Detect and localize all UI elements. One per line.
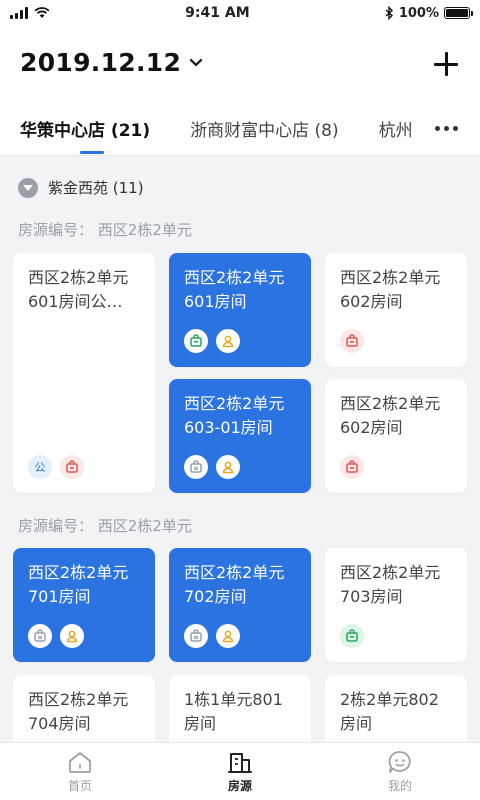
lock-icon — [340, 329, 364, 353]
room-building: 2栋2单元802 — [340, 690, 439, 709]
room-badges — [28, 624, 84, 648]
room-building: 西区2栋2单元 — [340, 394, 441, 413]
room-card[interactable]: 西区2栋2单元 601房间 — [169, 253, 311, 367]
room-number: 702房间 — [184, 587, 247, 606]
room-number: 601房间公… — [28, 292, 123, 311]
group-header[interactable]: 紫金西苑 (11) — [18, 177, 144, 198]
room-card[interactable]: 西区2栋2单元 601房间公… 公 — [13, 253, 155, 493]
bottom-tab-bar: 首页 房源 我的 — [0, 742, 480, 800]
collapse-caret-icon — [18, 177, 38, 198]
lock-icon — [184, 455, 208, 479]
date-text: 2019.12.12 — [20, 48, 182, 77]
room-building: 西区2栋2单元 — [184, 268, 285, 287]
chevron-down-icon — [190, 58, 203, 66]
room-badges — [184, 624, 240, 648]
tabbar-label: 房源 — [227, 778, 252, 793]
room-building: 西区2栋2单元 — [340, 563, 441, 582]
lock-icon — [340, 624, 364, 648]
room-card[interactable]: 西区2栋2单元 603-01房间 — [169, 379, 311, 493]
user-icon — [60, 624, 84, 648]
room-card[interactable]: 西区2栋2单元 701房间 — [13, 548, 155, 662]
bluetooth-icon — [385, 6, 393, 20]
room-building: 西区2栋2单元 — [184, 394, 285, 413]
room-number: 房间 — [340, 714, 373, 733]
header: 2019.12.12 华策中心店 (21) 浙商财富中心店 (8) 杭州 — [0, 26, 480, 156]
building-icon — [228, 752, 252, 773]
room-number: 701房间 — [28, 587, 91, 606]
room-building: 西区2栋2单元 — [28, 690, 129, 709]
user-icon — [216, 455, 240, 479]
room-number: 703房间 — [340, 587, 403, 606]
tab-label: 华策中心店 (21) — [20, 121, 151, 141]
room-number: 704房间 — [28, 714, 91, 733]
section-label: 房源编号： 西区2栋2单元 — [18, 221, 192, 239]
status-time: 9:41 AM — [185, 5, 250, 21]
room-badges — [184, 455, 240, 479]
room-badges: 公 — [28, 455, 84, 479]
lock-icon — [184, 329, 208, 353]
tabbar-label: 我的 — [387, 778, 412, 793]
room-badges — [340, 624, 364, 648]
public-badge: 公 — [28, 455, 52, 479]
tabbar-label: 首页 — [67, 778, 92, 793]
store-tabs: 华策中心店 (21) 浙商财富中心店 (8) 杭州 — [20, 116, 480, 156]
room-card[interactable]: 西区2栋2单元 703房间 — [325, 548, 467, 662]
lock-icon — [28, 624, 52, 648]
section-label: 房源编号： 西区2栋2单元 — [18, 517, 192, 535]
status-bar: 9:41 AM 100% — [0, 0, 480, 26]
room-building: 西区2栋2单元 — [184, 563, 285, 582]
room-list: 紫金西苑 (11) 房源编号： 西区2栋2单元 西区2栋2单元 601房间公… … — [0, 157, 480, 742]
group-title: 紫金西苑 (11) — [48, 179, 144, 197]
date-selector[interactable]: 2019.12.12 — [20, 48, 203, 77]
room-building: 西区2栋2单元 — [340, 268, 441, 287]
room-building: 西区2栋2单元 — [28, 268, 129, 287]
room-card[interactable]: 2栋2单元802 房间 — [325, 675, 467, 742]
room-card[interactable]: 西区2栋2单元 602房间 — [325, 253, 467, 367]
room-card[interactable]: 西区2栋2单元 602房间 — [325, 379, 467, 493]
room-building: 西区2栋2单元 — [28, 563, 129, 582]
tabbar-item-profile[interactable]: 我的 — [320, 743, 480, 800]
battery-icon — [443, 7, 473, 19]
tab-huace-store[interactable]: 华策中心店 (21) — [20, 116, 151, 154]
room-badges — [184, 329, 240, 353]
status-right: 100% — [385, 5, 473, 21]
tab-zheshang-store[interactable]: 浙商财富中心店 (8) — [190, 116, 338, 141]
room-number: 房间 — [184, 714, 217, 733]
wifi-icon — [34, 7, 50, 18]
home-icon — [69, 751, 91, 773]
more-icon[interactable] — [435, 126, 458, 131]
room-card[interactable]: 1栋1单元801 房间 — [169, 675, 311, 742]
room-number: 602房间 — [340, 418, 403, 437]
tabbar-item-home[interactable]: 首页 — [0, 743, 160, 800]
tabbar-item-listings[interactable]: 房源 — [160, 743, 320, 800]
room-number: 603-01房间 — [184, 418, 273, 437]
room-card[interactable]: 西区2栋2单元 704房间 — [13, 675, 155, 742]
user-icon — [216, 329, 240, 353]
tab-hangzhou-store[interactable]: 杭州 — [379, 116, 419, 141]
room-card[interactable]: 西区2栋2单元 702房间 — [169, 548, 311, 662]
signal-icon — [10, 7, 28, 19]
chat-face-icon — [388, 750, 411, 773]
room-building: 1栋1单元801 — [184, 690, 283, 709]
user-icon — [216, 624, 240, 648]
lock-icon — [340, 455, 364, 479]
room-number: 602房间 — [340, 292, 403, 311]
lock-icon — [184, 624, 208, 648]
room-badges — [340, 455, 364, 479]
tab-label: 浙商财富中心店 (8) — [190, 121, 339, 141]
lock-icon — [60, 455, 84, 479]
status-left — [10, 7, 50, 19]
active-tab-indicator — [80, 151, 104, 154]
room-badges — [340, 329, 364, 353]
tab-label: 杭州 — [378, 121, 413, 141]
battery-percent: 100% — [398, 5, 439, 21]
room-number: 601房间 — [184, 292, 247, 311]
add-button[interactable] — [434, 52, 458, 76]
